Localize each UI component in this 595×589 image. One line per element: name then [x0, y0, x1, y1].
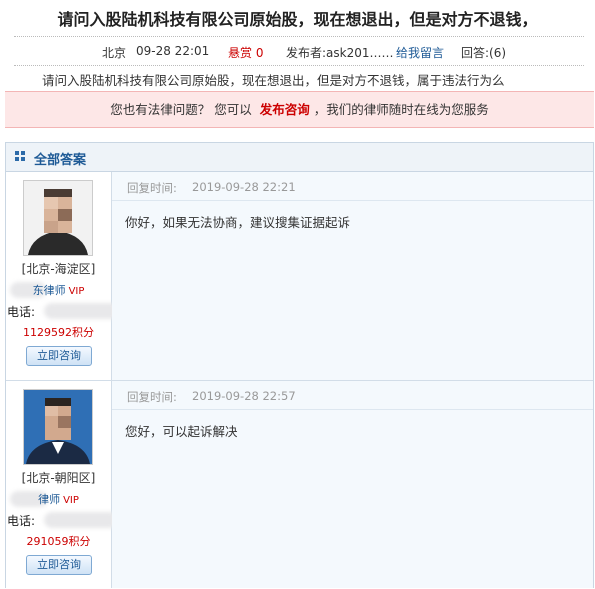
- reply-time: 2019-09-28 22:57: [192, 389, 296, 403]
- lawyer-card: [北京-朝阳区] 律师 VIP 电话: 291059积分 立即咨询: [6, 381, 120, 588]
- lawyer-points: 1129592积分: [23, 326, 94, 339]
- answer-body: 回复时间: 2019-09-28 22:21 你好，如果无法协商，建议搜集证据起…: [112, 172, 593, 380]
- reply-time-line: 回复时间: 2019-09-28 22:21: [112, 172, 593, 201]
- banner-text-after: ，我们的律师随时在线为您服务: [313, 102, 489, 117]
- lawyer-name[interactable]: 东律师 VIP: [6, 282, 111, 298]
- lawyer-avatar[interactable]: [23, 180, 93, 256]
- phone-blurred: [44, 512, 120, 528]
- bounty-label: 悬赏 0: [228, 46, 264, 60]
- vip-badge: VIP: [68, 286, 85, 297]
- lawyer-card: [北京-海淀区] 东律师 VIP 电话: 1129592积分 立即咨询: [6, 172, 122, 380]
- question-meta-bar: 北京 09-28 22:01 悬赏 0 发布者:ask201…… 给我留言 回答…: [14, 36, 584, 66]
- lawyer-region: [北京-朝阳区]: [21, 471, 96, 485]
- reply-time-line: 回复时间: 2019-09-28 22:57: [112, 381, 593, 410]
- answer-item: [北京-海淀区] 东律师 VIP 电话: 1129592积分 立即咨询 回复时间:…: [6, 172, 593, 381]
- banner-text-before: 您也有法律问题？ 您可以: [110, 102, 252, 117]
- vip-badge: VIP: [63, 495, 79, 506]
- lawyer-points: 291059积分: [26, 535, 91, 548]
- answer-item: [北京-朝阳区] 律师 VIP 电话: 291059积分 立即咨询 回复时间: 2…: [6, 381, 593, 588]
- phone-blurred: [44, 303, 122, 319]
- consult-now-button[interactable]: 立即咨询: [26, 346, 92, 366]
- publish-consult-link[interactable]: 发布咨询: [260, 102, 310, 117]
- question-description: 请问入股陆机科技有限公司原始股，现在想退出，但是对方不退钱，属于违法行为么: [42, 73, 505, 88]
- reply-time: 2019-09-28 22:21: [192, 180, 296, 194]
- publisher-label: 发布者:ask201……: [286, 46, 394, 60]
- reply-time-label: 回复时间:: [127, 181, 177, 195]
- lawyer-name-suffix: 东律师: [32, 284, 66, 297]
- reply-time-label: 回复时间:: [127, 390, 177, 404]
- answer-body: 回复时间: 2019-09-28 22:57 您好，可以起诉解决: [112, 381, 593, 588]
- leave-message-link[interactable]: 给我留言: [396, 44, 444, 61]
- answers-title: 全部答案: [34, 153, 87, 168]
- lawyer-name-suffix: 律师: [38, 493, 61, 506]
- reply-text: 您好，可以起诉解决: [125, 424, 238, 439]
- consult-now-button[interactable]: 立即咨询: [26, 555, 92, 575]
- reply-text: 你好，如果无法协商，建议搜集证据起诉: [125, 215, 351, 230]
- lawyer-region: [北京-海淀区]: [21, 262, 96, 276]
- reply-count: 回答:(6): [461, 46, 507, 60]
- answers-header: 全部答案: [6, 143, 593, 172]
- question-location: 北京: [102, 46, 127, 60]
- question-title: 请问入股陆机科技有限公司原始股，现在想退出，但是对方不退钱，: [57, 10, 538, 29]
- phone-label: 电话:: [7, 305, 36, 319]
- question-date: 09-28 22:01: [136, 44, 210, 58]
- lawyer-name[interactable]: 律师 VIP: [6, 491, 111, 507]
- lawyer-avatar[interactable]: [23, 389, 93, 465]
- answers-panel: 全部答案 [北京-海淀区] 东律师 VIP 电话: 1129592积分 立即咨询…: [5, 142, 594, 588]
- consult-banner: 您也有法律问题？ 您可以 发布咨询 ，我们的律师随时在线为您服务: [5, 91, 594, 128]
- grid-icon: [15, 151, 25, 161]
- phone-label: 电话:: [7, 514, 36, 528]
